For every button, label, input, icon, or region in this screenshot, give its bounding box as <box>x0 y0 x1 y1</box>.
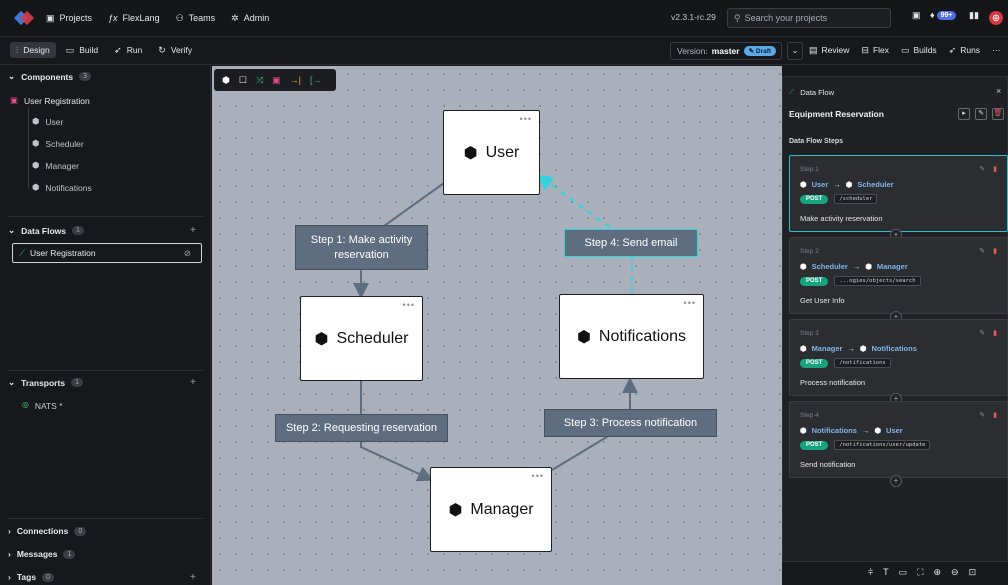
node-notifications[interactable]: ••• ⬢ Notifications <box>559 294 704 379</box>
node-menu-icon[interactable]: ••• <box>520 114 532 124</box>
node-manager-label: Manager <box>470 500 534 518</box>
cube-icon: ⬢ <box>865 262 872 271</box>
http-method-badge: POST <box>800 358 829 368</box>
trash-icon[interactable]: ▮ <box>993 247 997 255</box>
step-number: Step 4 <box>800 412 819 419</box>
cube-icon: ⬢ <box>800 262 807 271</box>
endpoint-path: /scheduler <box>834 194 878 204</box>
cube-icon: ⬢ <box>576 328 591 346</box>
crop-icon[interactable]: ⊡ <box>969 567 977 578</box>
step-description: Make activity reservation <box>800 214 883 223</box>
node-scheduler[interactable]: ••• ⬢ Scheduler <box>300 296 423 381</box>
cube-icon: ⬢ <box>463 144 478 162</box>
import-icon[interactable]: →| <box>290 75 301 85</box>
endpoint-path: /notifications <box>834 358 891 368</box>
cube-icon: ⬢ <box>859 344 867 353</box>
cube-icon: ⬢ <box>314 330 329 348</box>
flow-icon: ⟋ <box>789 87 795 96</box>
step-card-3[interactable]: Step 3 ✎ ▮ ⬢ Manager → ⬢ Notifications POST/n… <box>789 319 1008 396</box>
add-step-button[interactable]: + <box>890 475 902 487</box>
data-flow-panel-header: ⟋ Data Flow <box>789 87 834 97</box>
edit-button[interactable]: ✎ <box>975 108 987 120</box>
layout-icon[interactable]: ⫩ <box>868 567 873 578</box>
edit-icon[interactable]: ✎ <box>979 247 985 255</box>
http-method-badge: POST <box>800 440 829 450</box>
delete-button[interactable]: 🗑 <box>992 108 1004 120</box>
cube-icon: ⬢ <box>874 426 882 435</box>
step-number: Step 3 <box>800 330 819 337</box>
trash-icon[interactable]: ▮ <box>993 329 997 337</box>
zoom-in-icon[interactable]: ⊕ <box>934 567 942 578</box>
step-card-1[interactable]: Step 1 ✎ ▮ ⬢ User → ⬢ Scheduler POST/schedule… <box>789 155 1008 232</box>
step-number: Step 1 <box>800 166 819 173</box>
data-flow-panel-header-label: Data Flow <box>800 87 835 97</box>
http-method-badge: POST <box>800 276 829 286</box>
edge-label-step2[interactable]: Step 2: Requesting reservation <box>275 414 448 442</box>
trash-icon[interactable]: ▮ <box>993 165 997 173</box>
play-button[interactable]: ▸ <box>958 108 970 120</box>
step-description: Process notification <box>800 378 866 387</box>
arrow-right-icon: → <box>833 180 841 189</box>
node-menu-icon[interactable]: ••• <box>403 300 415 310</box>
node-menu-icon[interactable]: ••• <box>684 298 696 308</box>
step-from: User <box>811 180 829 189</box>
shuffle-icon[interactable]: ⤨ <box>256 75 263 86</box>
export-icon[interactable]: [→ <box>310 75 322 85</box>
node-user[interactable]: ••• ⬢ User <box>443 110 540 195</box>
node-menu-icon[interactable]: ••• <box>532 471 544 481</box>
arrow-right-icon: → <box>847 344 855 353</box>
fit-view-icon[interactable]: ⛶ <box>917 567 923 578</box>
cube-icon: ⬢ <box>800 426 807 435</box>
cube-icon[interactable]: ⬢ <box>222 75 230 86</box>
cube-icon: ⬢ <box>845 180 853 189</box>
endpoint-path: ...ogies/objects/search <box>834 276 921 286</box>
endpoint-path: /notifications/user/update <box>834 440 931 450</box>
node-notifications-label: Notifications <box>598 327 687 345</box>
step-from: Manager <box>811 344 843 353</box>
cube-icon: ⬢ <box>800 344 807 353</box>
canvas-bottom-toolbar: ⫩ T ▭ ⛶ ⊕ ⊖ ⊡ <box>868 567 976 578</box>
edge-label-step4[interactable]: Step 4: Send email <box>564 229 698 257</box>
step-number: Step 2 <box>800 248 819 255</box>
cube-icon: ⬢ <box>448 501 463 519</box>
trash-icon[interactable]: ▮ <box>993 411 997 419</box>
http-method-badge: POST <box>800 194 829 204</box>
text-icon[interactable]: T <box>883 567 889 578</box>
step-card-4[interactable]: Step 4 ✎ ▮ ⬢ Notifications → ⬢ User POST/noti… <box>789 401 1008 478</box>
edge-label-step3[interactable]: Step 3: Process notification <box>544 409 717 437</box>
close-icon[interactable]: × <box>996 86 1001 96</box>
data-flow-title: Equipment Reservation <box>789 109 884 119</box>
step-to: Manager <box>876 262 908 271</box>
step-from: Notifications <box>811 426 857 435</box>
step-from: Scheduler <box>811 262 848 271</box>
arrow-right-icon: → <box>861 426 870 435</box>
edit-icon[interactable]: ✎ <box>979 411 985 419</box>
step-to: Scheduler <box>857 180 894 189</box>
minimap-icon[interactable]: ▭ <box>899 567 908 578</box>
briefcase-icon[interactable]: ▣ <box>272 75 281 86</box>
node-user-label: User <box>485 143 520 161</box>
step-description: Get User Info <box>800 296 845 305</box>
canvas-toolbar: ⬢ ☐ ⤨ ▣ →| [→ <box>214 69 336 91</box>
step-description: Send notification <box>800 460 856 469</box>
step-card-2[interactable]: Step 2 ✎ ▮ ⬢ Scheduler → ⬢ Manager POST ...ogi… <box>789 237 1008 314</box>
edit-icon[interactable]: ✎ <box>979 165 985 173</box>
cube-icon: ⬢ <box>800 180 807 189</box>
zoom-out-icon[interactable]: ⊖ <box>951 567 959 578</box>
step-to: Notifications <box>871 344 917 353</box>
data-flow-steps-header: Data Flow Steps <box>789 138 844 145</box>
edge-label-step1[interactable]: Step 1: Make activity reservation <box>295 225 428 270</box>
edit-icon[interactable]: ✎ <box>979 329 985 337</box>
arrow-right-icon: → <box>852 262 861 271</box>
step-to: User <box>886 426 903 435</box>
node-manager[interactable]: ••• ⬢ Manager <box>430 467 552 552</box>
node-scheduler-label: Scheduler <box>336 329 409 347</box>
square-icon[interactable]: ☐ <box>239 75 247 86</box>
